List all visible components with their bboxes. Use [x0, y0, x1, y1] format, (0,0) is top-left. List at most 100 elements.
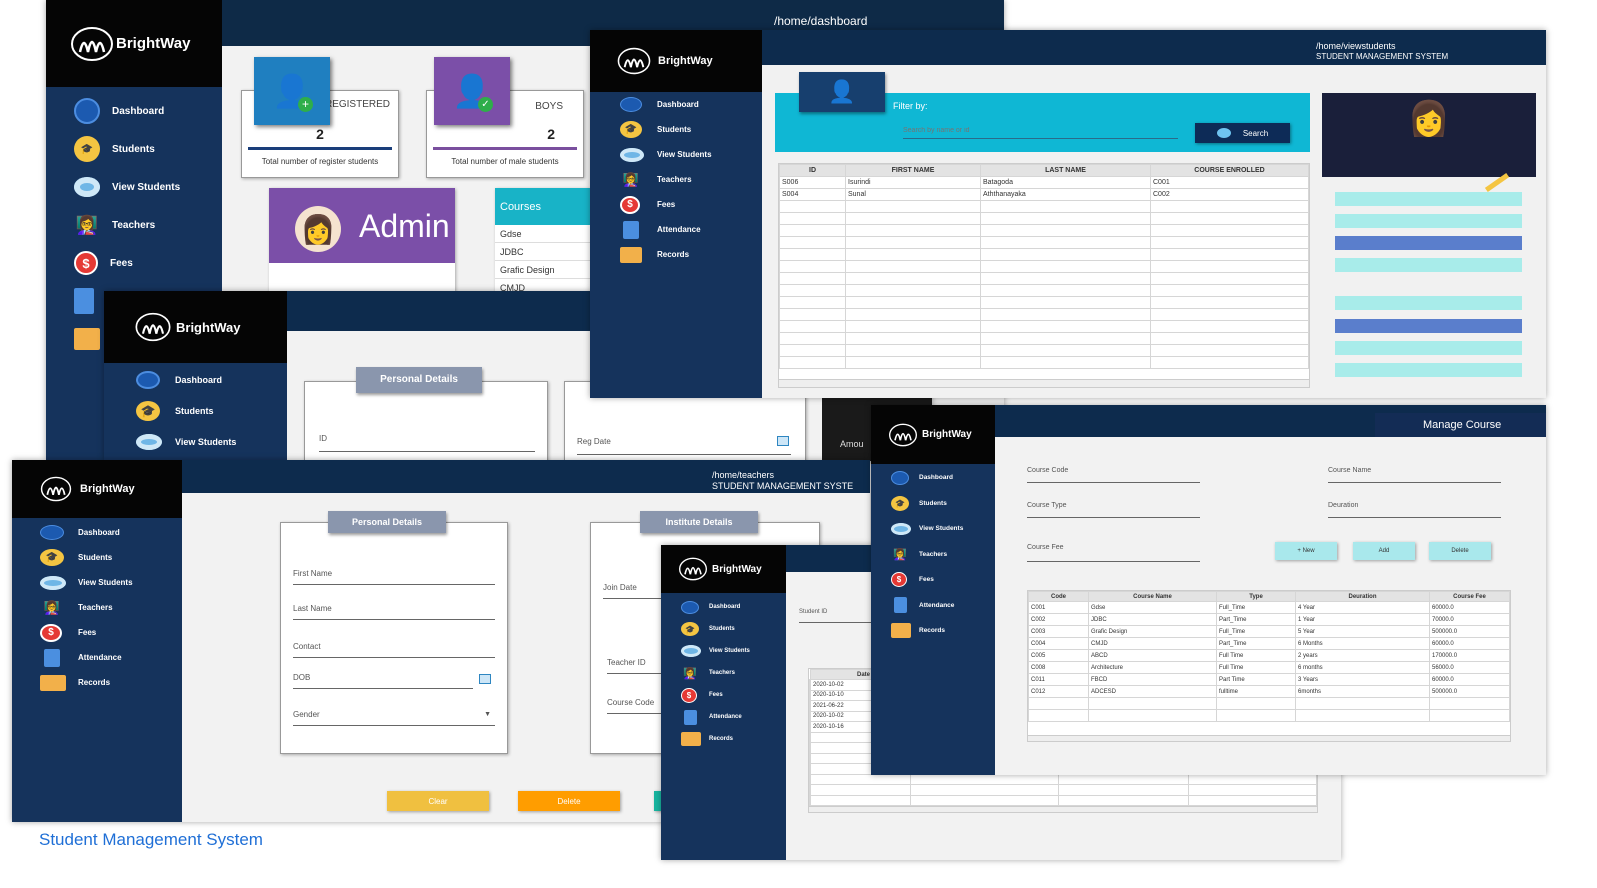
- profile-bar: [1335, 214, 1522, 228]
- duration-field[interactable]: Deuration: [1328, 502, 1501, 518]
- sidebar-item-view-students[interactable]: View Students: [104, 426, 287, 457]
- search-button[interactable]: Search: [1195, 123, 1290, 143]
- table-row[interactable]: S006 Isurindi Batagoda C001: [779, 176, 1309, 189]
- table-row[interactable]: C001 Gdse Full_Time 4 Year 60000.0: [1028, 601, 1510, 614]
- sidebar: BrightWay Dashboard 🎓 Students View Stude…: [661, 545, 786, 860]
- gender-select[interactable]: Gender ▼: [293, 710, 495, 726]
- sidebar-item-teachers[interactable]: 👩‍🏫 Teachers: [12, 595, 182, 620]
- sidebar-item-fees[interactable]: $ Fees: [661, 684, 786, 706]
- records-board-icon: [40, 674, 66, 691]
- search-input[interactable]: [903, 123, 1178, 139]
- sidebar-item-view-students[interactable]: View Students: [661, 640, 786, 662]
- column-header[interactable]: LAST NAME: [980, 164, 1151, 177]
- sidebar-item-records[interactable]: Records: [871, 618, 995, 644]
- calendar-icon[interactable]: [479, 674, 491, 684]
- sidebar-item-students[interactable]: 🎓 Students: [46, 130, 222, 168]
- sidebar-item-dashboard[interactable]: Dashboard: [104, 364, 287, 395]
- sidebar-item-view-students[interactable]: View Students: [46, 168, 222, 206]
- horizontal-scrollbar[interactable]: [779, 379, 1309, 387]
- horizontal-scrollbar[interactable]: [1028, 735, 1510, 741]
- course-fee-field[interactable]: Course Fee: [1027, 544, 1200, 562]
- brand-name: BrightWay: [80, 483, 135, 495]
- table-row[interactable]: C004 CMJD Part_Time 6 Months 60000.0: [1028, 637, 1510, 650]
- sidebar-item-teachers[interactable]: 👩‍🏫 Teachers: [661, 662, 786, 684]
- sidebar-item-teachers[interactable]: 👩‍🏫 Teachers: [590, 167, 762, 192]
- last-name-field[interactable]: Last Name: [293, 604, 495, 620]
- manage-course-title: Manage Course: [1423, 419, 1502, 431]
- course-type-field[interactable]: Course Type: [1027, 502, 1200, 518]
- sidebar-item-students[interactable]: 🎓 Students: [12, 545, 182, 570]
- edit-pencil-icon[interactable]: [1484, 172, 1510, 193]
- course-name-field[interactable]: Course Name: [1328, 467, 1501, 483]
- dob-label: DOB: [293, 673, 311, 682]
- first-name-field[interactable]: First Name: [293, 569, 495, 585]
- reg-date-field[interactable]: Reg Date: [577, 437, 791, 455]
- sidebar-item-view-students[interactable]: View Students: [12, 570, 182, 595]
- sidebar-item-records[interactable]: Records: [12, 670, 182, 695]
- sidebar-item-records[interactable]: Records: [590, 242, 762, 267]
- sidebar-item-fees[interactable]: $ Fees: [12, 620, 182, 645]
- new-course-button[interactable]: + New: [1275, 542, 1337, 560]
- sidebar-item-attendance[interactable]: Attendance: [871, 593, 995, 619]
- sidebar-item-dashboard[interactable]: Dashboard: [661, 596, 786, 618]
- id-field[interactable]: ID: [319, 434, 535, 452]
- horizontal-scrollbar[interactable]: [809, 806, 1317, 812]
- table-row[interactable]: C003 Grafic Design Full_Time 5 Year 500000.0: [1028, 625, 1510, 638]
- sidebar-item-label: Dashboard: [112, 105, 165, 117]
- table-row[interactable]: C002 JDBC Part_Time 1 Year 70000.0: [1028, 613, 1510, 626]
- table-row[interactable]: C005 ABCD Full Time 2 years 170000.0: [1028, 649, 1510, 662]
- sidebar-item-teachers[interactable]: 👩‍🏫 Teachers: [871, 542, 995, 568]
- add-button[interactable]: Add: [1353, 542, 1415, 560]
- sidebar-item-fees[interactable]: $ Fees: [46, 244, 222, 282]
- table-row[interactable]: S004 Sunal Aththanayaka C002: [779, 188, 1309, 201]
- column-header[interactable]: FIRST NAME: [845, 164, 981, 177]
- records-board-icon: [891, 623, 911, 639]
- sidebar-item-dashboard[interactable]: Dashboard: [871, 465, 995, 491]
- table-row: [779, 272, 1309, 285]
- dob-field[interactable]: DOB: [293, 673, 473, 689]
- calendar-icon[interactable]: [777, 436, 789, 446]
- delete-button[interactable]: Delete: [1429, 542, 1491, 560]
- table-cell: C004: [1028, 637, 1089, 650]
- sidebar-item-teachers[interactable]: 👩‍🏫 Teachers: [46, 206, 222, 244]
- table-row[interactable]: C012 ADCESD fulltime 6months 500000.0: [1028, 685, 1510, 698]
- column-header[interactable]: COURSE ENROLLED: [1150, 164, 1309, 177]
- sidebar-item-fees[interactable]: $ Fees: [871, 567, 995, 593]
- brand-emblem-icon: [71, 26, 113, 61]
- sidebar-item-attendance[interactable]: Attendance: [590, 217, 762, 242]
- sidebar-item-records[interactable]: Records: [661, 728, 786, 750]
- delete-button[interactable]: Delete: [518, 791, 620, 811]
- column-header[interactable]: Course Fee: [1429, 591, 1510, 602]
- sidebar-item-dashboard[interactable]: Dashboard: [12, 520, 182, 545]
- column-header[interactable]: Code: [1028, 591, 1089, 602]
- sidebar-item-fees[interactable]: $ Fees: [590, 192, 762, 217]
- contact-field[interactable]: Contact: [293, 642, 495, 658]
- sidebar-item-dashboard[interactable]: Dashboard: [590, 92, 762, 117]
- sidebar-item-attendance[interactable]: Attendance: [12, 645, 182, 670]
- table-row[interactable]: C011 FBCD Part Time 3 Years 60000.0: [1028, 673, 1510, 686]
- table-cell: ABCD: [1088, 649, 1217, 662]
- sidebar-item-view-students[interactable]: View Students: [871, 516, 995, 542]
- column-header[interactable]: Type: [1216, 591, 1296, 602]
- sidebar-item-students[interactable]: 🎓 Students: [661, 618, 786, 640]
- table-row[interactable]: C008 Architecture Full Time 6 months 56000.0: [1028, 661, 1510, 674]
- sidebar-item-dashboard[interactable]: Dashboard: [46, 92, 222, 130]
- course-code-field[interactable]: Course Code: [1027, 467, 1200, 483]
- sidebar-item-students[interactable]: 🎓 Students: [104, 395, 287, 426]
- brand-emblem-icon: [679, 557, 707, 581]
- column-header[interactable]: ID: [779, 164, 846, 177]
- profile-bar: [1335, 296, 1522, 310]
- column-header[interactable]: Deuration: [1295, 591, 1430, 602]
- sidebar-item-students[interactable]: 🎓 Students: [871, 491, 995, 517]
- column-header[interactable]: Course Name: [1088, 591, 1217, 602]
- table-cell: 500000.0: [1429, 685, 1510, 698]
- table-cell: C008: [1028, 661, 1089, 674]
- table-cell: C001: [1028, 601, 1089, 614]
- clear-button[interactable]: Clear: [387, 791, 489, 811]
- sidebar-item-attendance[interactable]: Attendance: [661, 706, 786, 728]
- table-cell: 56000.0: [1429, 661, 1510, 674]
- records-board-icon: [681, 732, 701, 746]
- sidebar-item-students[interactable]: 🎓 Students: [590, 117, 762, 142]
- sidebar-item-view-students[interactable]: View Students: [590, 142, 762, 167]
- course-code-label: Course Code: [1027, 467, 1069, 474]
